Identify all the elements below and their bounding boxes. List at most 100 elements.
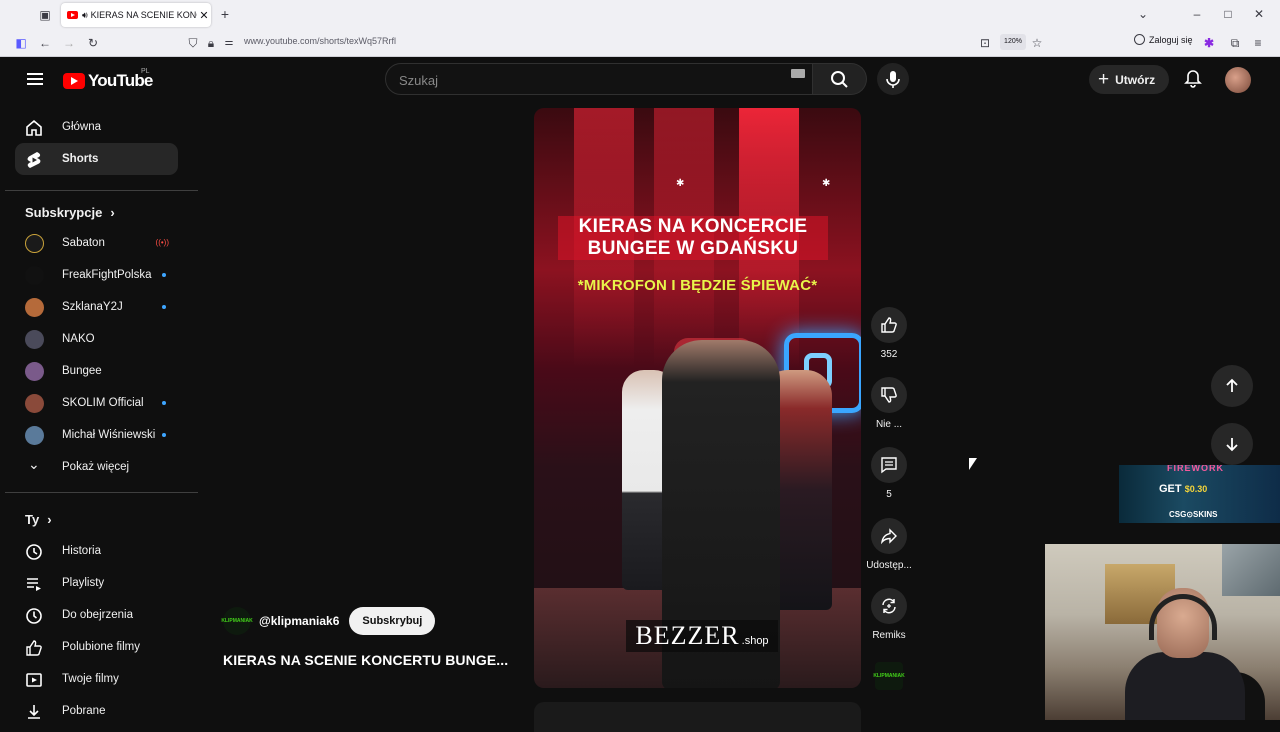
ad-brand: CSG⊙SKINS bbox=[1169, 510, 1218, 519]
comments-action: 5 bbox=[863, 447, 915, 500]
ad-top-text: FIREWORK bbox=[1167, 465, 1224, 473]
permissions-icon[interactable]: ⚌ bbox=[222, 36, 236, 50]
login-button[interactable]: Zaloguj się bbox=[1134, 34, 1193, 45]
bookmark-star-icon[interactable]: ☆ bbox=[1030, 36, 1044, 50]
sidebar-item-downloads[interactable]: Pobrane bbox=[15, 695, 178, 727]
forward-icon[interactable]: → bbox=[62, 36, 76, 50]
channel-handle[interactable]: @klipmaniak6 bbox=[259, 614, 339, 628]
remix-icon bbox=[882, 598, 896, 614]
short-video-player[interactable]: ✱ ✱ KIERAS NA KONCERCIE BUNGEE W GDAŃSKU… bbox=[534, 108, 861, 688]
home-icon bbox=[26, 119, 42, 136]
browser-tab-active[interactable]: 🔊︎ KIERAS NA SCENIE KONCERTU ✕ bbox=[61, 3, 211, 27]
account-icon bbox=[1134, 34, 1145, 45]
sound-source-avatar[interactable]: KLIPMANIAK bbox=[873, 662, 905, 690]
sidebar-channel-michal-wisniewski[interactable]: Michał Wiśniewski bbox=[15, 419, 178, 451]
chevron-right-icon: › bbox=[110, 205, 115, 220]
back-icon[interactable]: ← bbox=[38, 36, 52, 50]
sidebar-item-label: Główna bbox=[62, 121, 101, 133]
share-action: Udostęp... bbox=[863, 518, 915, 571]
sidebar-channel-skolim[interactable]: SKOLIM Official bbox=[15, 387, 178, 419]
previous-short-button[interactable] bbox=[1211, 365, 1253, 407]
window-close-icon[interactable]: ✕ bbox=[1252, 7, 1266, 21]
create-button[interactable]: + Utwórz bbox=[1089, 65, 1169, 94]
streamer-body bbox=[1125, 652, 1245, 720]
dislike-action: Nie ... bbox=[863, 377, 915, 430]
minimize-icon[interactable]: – bbox=[1190, 7, 1204, 21]
app-menu-icon[interactable]: ≡ bbox=[1251, 36, 1265, 50]
thumbs-down-icon bbox=[881, 387, 897, 403]
dislike-button[interactable] bbox=[871, 377, 907, 413]
like-action: 352 bbox=[863, 307, 915, 360]
url-bar[interactable]: ⛉ 🔒︎ ⚌ www.youtube.com/shorts/texWq57Rrf… bbox=[180, 31, 1056, 55]
subscribe-button[interactable]: Subskrybuj bbox=[349, 607, 436, 635]
sidebar-item-your-videos[interactable]: Twoje filmy bbox=[15, 663, 178, 695]
brand-text: BEZZER bbox=[635, 621, 740, 650]
sidebar-channel-nako[interactable]: NAKO bbox=[15, 323, 178, 355]
remix-button[interactable] bbox=[871, 588, 907, 624]
sidebar-channel-szklanay2j[interactable]: SzklanaY2J bbox=[15, 291, 178, 323]
microphone-icon bbox=[886, 71, 900, 88]
light-sparkle-icon: ✱ bbox=[822, 178, 831, 189]
sidebar-item-shorts[interactable]: Shorts bbox=[15, 143, 178, 175]
channel-label: SKOLIM Official bbox=[62, 397, 144, 409]
like-button[interactable] bbox=[871, 307, 907, 343]
tab-title: KIERAS NA SCENIE KONCERTU bbox=[90, 10, 197, 20]
avatar bbox=[25, 330, 44, 349]
next-short-preview[interactable] bbox=[534, 702, 861, 732]
sidebar-item-home[interactable]: Główna bbox=[15, 111, 178, 143]
voice-search-button[interactable] bbox=[877, 63, 909, 95]
new-tab-icon[interactable]: + bbox=[218, 7, 232, 21]
browser-chrome: ▣ 🔊︎ KIERAS NA SCENIE KONCERTU ✕ + ⌄ – □… bbox=[0, 0, 1280, 57]
next-short-button[interactable] bbox=[1211, 423, 1253, 465]
sidebar-item-history[interactable]: Historia bbox=[15, 535, 178, 567]
avatar bbox=[25, 362, 44, 381]
search-input[interactable]: Szukaj bbox=[385, 63, 813, 95]
sidebar-channel-bungee[interactable]: Bungee bbox=[15, 355, 178, 387]
comments-button[interactable] bbox=[871, 447, 907, 483]
ad-get-text: GET bbox=[1159, 483, 1182, 495]
menu-hamburger-icon[interactable] bbox=[27, 73, 43, 85]
reload-icon[interactable]: ↻ bbox=[86, 36, 100, 50]
sidebar-channel-sabaton[interactable]: Sabaton ((•)) bbox=[15, 227, 178, 259]
lock-icon[interactable]: 🔒︎ bbox=[204, 36, 218, 50]
avatar bbox=[25, 298, 44, 317]
new-content-dot bbox=[162, 273, 166, 277]
user-avatar[interactable] bbox=[1225, 67, 1251, 93]
close-tab-icon[interactable]: ✕ bbox=[197, 9, 211, 22]
channel-label: FreakFightPolska bbox=[62, 269, 152, 281]
keyboard-icon[interactable] bbox=[791, 69, 805, 78]
zoom-level[interactable]: 120% bbox=[1000, 34, 1026, 50]
share-button[interactable] bbox=[871, 518, 907, 554]
video-caption-main: KIERAS NA KONCERCIE BUNGEE W GDAŃSKU bbox=[558, 216, 828, 260]
tab-overview-icon[interactable]: ▣ bbox=[38, 8, 52, 22]
show-more-button[interactable]: ⌄ Pokaż więcej bbox=[15, 451, 178, 483]
sidebar-item-playlists[interactable]: Playlisty bbox=[15, 567, 178, 599]
nav-bar: ◧ ← → ↻ ⛉ 🔒︎ ⚌ www.youtube.com/shorts/te… bbox=[0, 29, 1280, 57]
short-title[interactable]: KIERAS NA SCENIE KONCERTU BUNGE... bbox=[223, 652, 508, 668]
maximize-icon[interactable]: □ bbox=[1221, 7, 1235, 21]
url-text[interactable]: www.youtube.com/shorts/texWq57Rrfl bbox=[244, 36, 396, 46]
sidebar-item-liked[interactable]: Polubione filmy bbox=[15, 631, 178, 663]
channel-avatar[interactable]: KLIPMANIAK bbox=[221, 607, 253, 635]
downloads-icon bbox=[28, 705, 40, 719]
speaker-icon[interactable]: 🔊︎ bbox=[82, 10, 88, 21]
reader-view-icon[interactable]: ⊡ bbox=[978, 36, 992, 50]
subscriptions-heading[interactable]: Subskrypcje › bbox=[25, 205, 115, 220]
shield-icon[interactable]: ⛉ bbox=[186, 36, 200, 50]
sidebar-channel-freakfightpolska[interactable]: FreakFightPolska bbox=[15, 259, 178, 291]
shorts-icon bbox=[27, 152, 41, 168]
avatar bbox=[25, 394, 44, 413]
search-button[interactable] bbox=[813, 63, 867, 95]
playlists-icon bbox=[27, 578, 41, 591]
notifications-bell-icon[interactable] bbox=[1183, 69, 1203, 89]
extension-icon[interactable]: ✱ bbox=[1202, 36, 1216, 50]
youtube-logo[interactable]: YouTube PL bbox=[63, 68, 153, 91]
sidebar-item-watch-later[interactable]: Do obejrzenia bbox=[15, 599, 178, 631]
country-code: PL bbox=[141, 68, 150, 75]
sidebar-toggle-icon[interactable]: ◧ bbox=[14, 36, 28, 50]
extensions-puzzle-icon[interactable]: ⧉ bbox=[1228, 36, 1242, 50]
share-icon bbox=[880, 528, 897, 545]
thumbs-up-icon bbox=[881, 317, 897, 333]
you-heading[interactable]: Ty › bbox=[25, 512, 52, 527]
tab-list-icon[interactable]: ⌄ bbox=[1136, 7, 1150, 21]
